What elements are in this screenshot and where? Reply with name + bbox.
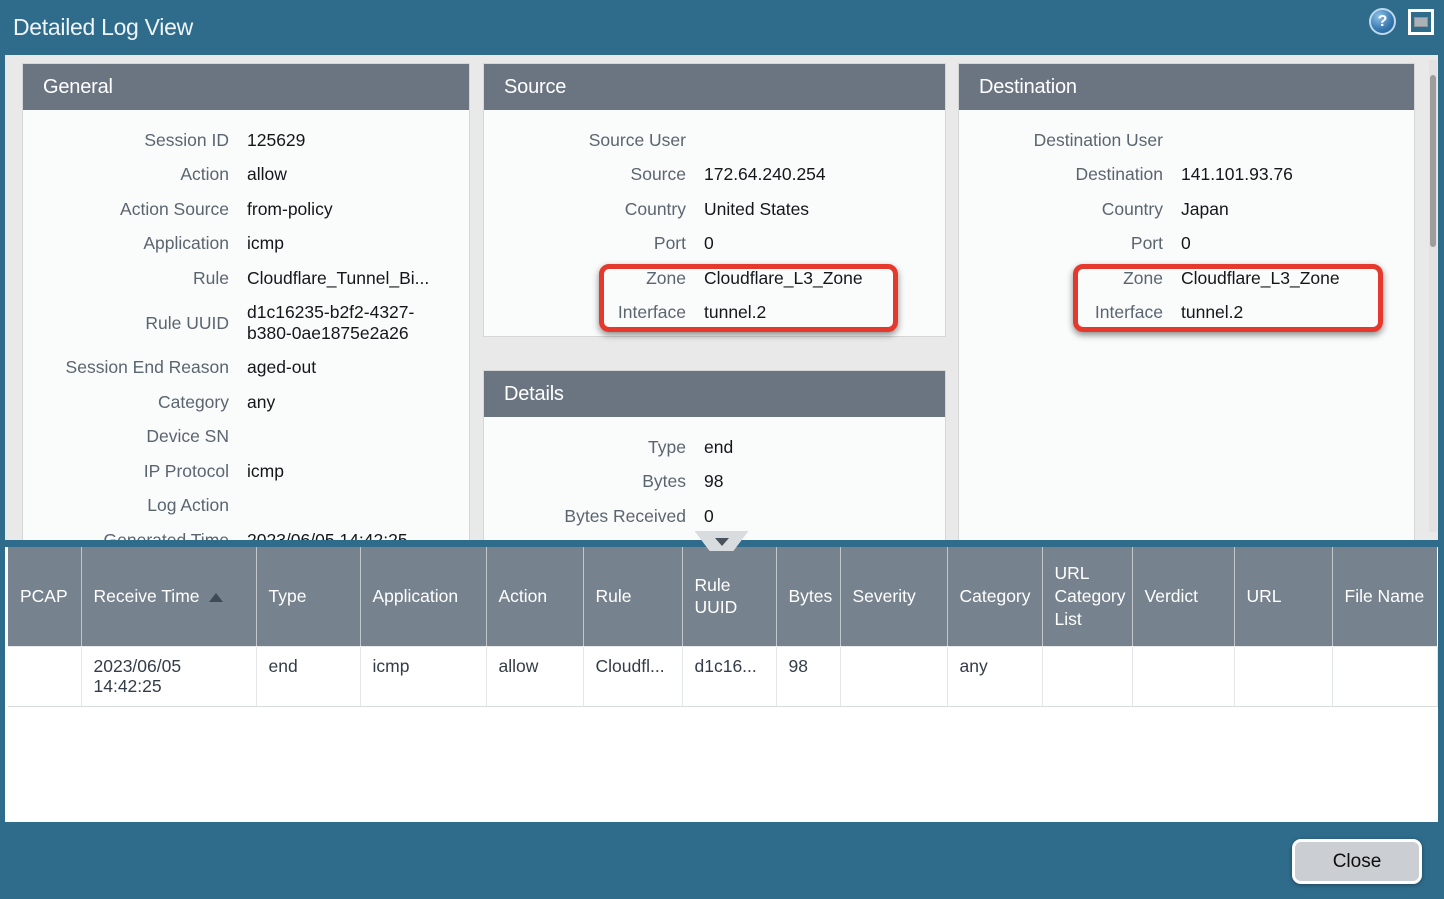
col-type[interactable]: Type bbox=[256, 547, 360, 646]
field-type: Typeend bbox=[484, 430, 945, 465]
field-destination-zone: ZoneCloudflare_L3_Zone bbox=[959, 261, 1414, 296]
cell-rule-uuid: d1c16... bbox=[682, 646, 776, 706]
field-bytes: Bytes98 bbox=[484, 465, 945, 500]
field-destination: Destination141.101.93.76 bbox=[959, 158, 1414, 193]
col-application[interactable]: Application bbox=[360, 547, 486, 646]
cell-url bbox=[1234, 646, 1332, 706]
table-row[interactable]: 2023/06/05 14:42:25 end icmp allow Cloud… bbox=[8, 646, 1437, 706]
scrollbar-thumb[interactable] bbox=[1430, 75, 1436, 247]
field-generated-time: Generated Time2023/06/05 14:42:25 bbox=[23, 523, 469, 540]
cell-severity bbox=[840, 646, 947, 706]
field-session-end-reason: Session End Reasonaged-out bbox=[23, 351, 469, 386]
destination-panel-body: Destination User Destination141.101.93.7… bbox=[959, 110, 1414, 330]
source-panel: Source Source User Source172.64.240.254 … bbox=[483, 63, 946, 337]
cell-application: icmp bbox=[360, 646, 486, 706]
field-session-id: Session ID125629 bbox=[23, 123, 469, 158]
col-url-category-list[interactable]: URL Category List bbox=[1042, 547, 1132, 646]
col-url[interactable]: URL bbox=[1234, 547, 1332, 646]
field-rule: RuleCloudflare_Tunnel_Bi... bbox=[23, 261, 469, 296]
field-source-country: CountryUnited States bbox=[484, 192, 945, 227]
general-panel-body: Session ID125629 Actionallow Action Sour… bbox=[23, 110, 469, 540]
field-source-user: Source User bbox=[484, 123, 945, 158]
cell-rule: Cloudfl... bbox=[583, 646, 682, 706]
field-rule-uuid: Rule UUIDd1c16235-b2f2-4327-b380-0ae1875… bbox=[23, 296, 469, 351]
window-icon[interactable] bbox=[1408, 9, 1434, 35]
sort-asc-icon bbox=[209, 593, 223, 602]
cell-verdict bbox=[1132, 646, 1234, 706]
cell-bytes: 98 bbox=[776, 646, 840, 706]
general-panel: General Session ID125629 Actionallow Act… bbox=[22, 63, 470, 540]
col-bytes[interactable]: Bytes bbox=[776, 547, 840, 646]
cell-category: any bbox=[947, 646, 1042, 706]
log-table-header-row: PCAP Receive Time Type Application Actio… bbox=[8, 547, 1437, 646]
details-panel-body: Typeend Bytes98 Bytes Received0 bbox=[484, 417, 945, 534]
field-source-interface: Interfacetunnel.2 bbox=[484, 296, 945, 331]
field-destination-country: CountryJapan bbox=[959, 192, 1414, 227]
page-title: Detailed Log View bbox=[0, 14, 193, 41]
col-action[interactable]: Action bbox=[486, 547, 583, 646]
log-detail-panels: General Session ID125629 Actionallow Act… bbox=[5, 55, 1438, 540]
field-ip-protocol: IP Protocolicmp bbox=[23, 454, 469, 489]
window-icon-inner bbox=[1414, 17, 1428, 27]
field-bytes-received: Bytes Received0 bbox=[484, 499, 945, 534]
cell-action: allow bbox=[486, 646, 583, 706]
title-bar: Detailed Log View ? bbox=[0, 0, 1444, 55]
log-table: PCAP Receive Time Type Application Actio… bbox=[8, 547, 1438, 707]
general-panel-header: General bbox=[23, 64, 469, 110]
field-source: Source172.64.240.254 bbox=[484, 158, 945, 193]
field-application: Applicationicmp bbox=[23, 227, 469, 262]
vertical-scrollbar[interactable] bbox=[1429, 60, 1437, 532]
cell-type: end bbox=[256, 646, 360, 706]
col-file-name[interactable]: File Name bbox=[1332, 547, 1437, 646]
col-category[interactable]: Category bbox=[947, 547, 1042, 646]
col-rule[interactable]: Rule bbox=[583, 547, 682, 646]
close-button[interactable]: Close bbox=[1292, 839, 1422, 884]
field-destination-port: Port0 bbox=[959, 227, 1414, 262]
field-category: Categoryany bbox=[23, 385, 469, 420]
cell-pcap bbox=[8, 646, 81, 706]
details-panel: Details Typeend Bytes98 Bytes Received0 bbox=[483, 370, 946, 540]
field-action-source: Action Sourcefrom-policy bbox=[23, 192, 469, 227]
cell-receive-time: 2023/06/05 14:42:25 bbox=[81, 646, 256, 706]
col-rule-uuid[interactable]: Rule UUID bbox=[682, 547, 776, 646]
cell-file-name bbox=[1332, 646, 1437, 706]
field-source-zone: ZoneCloudflare_L3_Zone bbox=[484, 261, 945, 296]
help-icon[interactable]: ? bbox=[1369, 8, 1396, 35]
log-table-section: PCAP Receive Time Type Application Actio… bbox=[5, 540, 1438, 822]
destination-panel: Destination Destination User Destination… bbox=[958, 63, 1415, 540]
field-action: Actionallow bbox=[23, 158, 469, 193]
cell-url-category-list bbox=[1042, 646, 1132, 706]
titlebar-icons: ? bbox=[1369, 8, 1434, 35]
details-panel-header: Details bbox=[484, 371, 945, 417]
field-destination-interface: Interfacetunnel.2 bbox=[959, 296, 1414, 331]
source-panel-header: Source bbox=[484, 64, 945, 110]
field-destination-user: Destination User bbox=[959, 123, 1414, 158]
dialog-footer: Close bbox=[0, 822, 1444, 899]
field-log-action: Log Action bbox=[23, 489, 469, 524]
detailed-log-view-dialog: Detailed Log View ? General Session ID12… bbox=[0, 0, 1444, 899]
col-receive-time[interactable]: Receive Time bbox=[81, 547, 256, 646]
col-pcap[interactable]: PCAP bbox=[8, 547, 81, 646]
destination-panel-header: Destination bbox=[959, 64, 1414, 110]
field-source-port: Port0 bbox=[484, 227, 945, 262]
col-verdict[interactable]: Verdict bbox=[1132, 547, 1234, 646]
col-severity[interactable]: Severity bbox=[840, 547, 947, 646]
dialog-content: General Session ID125629 Actionallow Act… bbox=[5, 55, 1438, 822]
source-panel-body: Source User Source172.64.240.254 Country… bbox=[484, 110, 945, 330]
chevron-down-icon bbox=[715, 538, 729, 546]
field-device-sn: Device SN bbox=[23, 420, 469, 455]
